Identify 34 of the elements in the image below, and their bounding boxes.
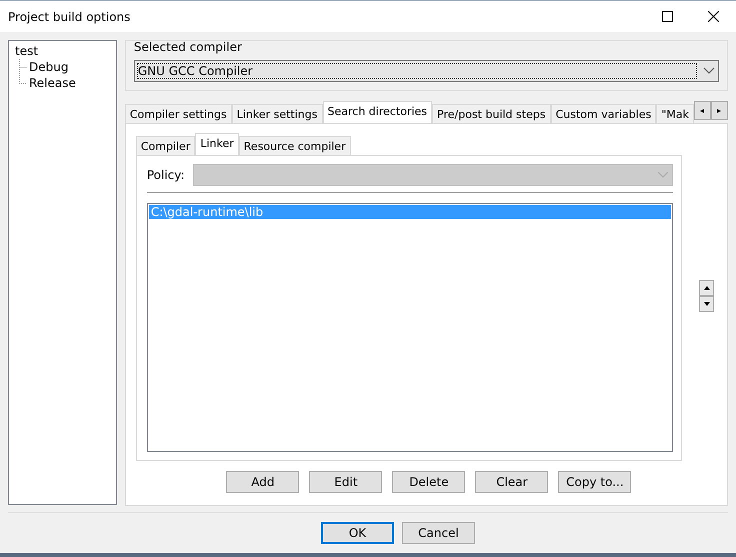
action-button[interactable]: Delete (392, 471, 466, 493)
tab[interactable]: Search directories (322, 101, 432, 123)
scroll-right-button[interactable] (711, 101, 728, 120)
up-triangle-icon (704, 286, 710, 290)
tab[interactable]: Linker settings (232, 104, 322, 123)
tree-item[interactable]: Debug (27, 59, 68, 75)
tab[interactable]: Resource compiler (238, 136, 351, 155)
tab[interactable]: Compiler settings (124, 104, 232, 123)
action-button[interactable]: Edit (309, 471, 382, 493)
window-title: Project build options (8, 10, 132, 24)
move-up-button[interactable] (699, 280, 714, 296)
action-button[interactable]: Add (226, 471, 300, 493)
tab[interactable]: Custom variables (550, 104, 656, 123)
tab[interactable]: Compiler (136, 136, 196, 155)
dialog-button[interactable]: Cancel (402, 522, 475, 544)
move-down-button[interactable] (699, 296, 714, 312)
action-button[interactable]: Copy to... (558, 471, 632, 493)
dialog-button[interactable]: OK (321, 522, 394, 544)
down-triangle-icon (704, 302, 710, 306)
tree-item[interactable]: test (13, 43, 112, 59)
tree-item[interactable]: Release (27, 75, 76, 91)
right-triangle-icon (716, 108, 722, 112)
left-triangle-icon (700, 108, 706, 112)
chevron-down-icon (658, 172, 668, 178)
maximize-icon (662, 11, 672, 22)
tab[interactable]: Pre/post build steps (432, 104, 551, 123)
close-icon (708, 11, 718, 22)
scroll-left-button[interactable] (694, 101, 711, 120)
policy-label: Policy: (146, 168, 185, 182)
group-label: Selected compiler (134, 40, 243, 54)
tab[interactable]: "Mak (656, 104, 694, 123)
action-button[interactable]: Clear (475, 471, 548, 493)
tab[interactable]: Linker (195, 133, 239, 155)
compiler-dropdown[interactable]: GNU GCC Compiler (134, 60, 719, 82)
